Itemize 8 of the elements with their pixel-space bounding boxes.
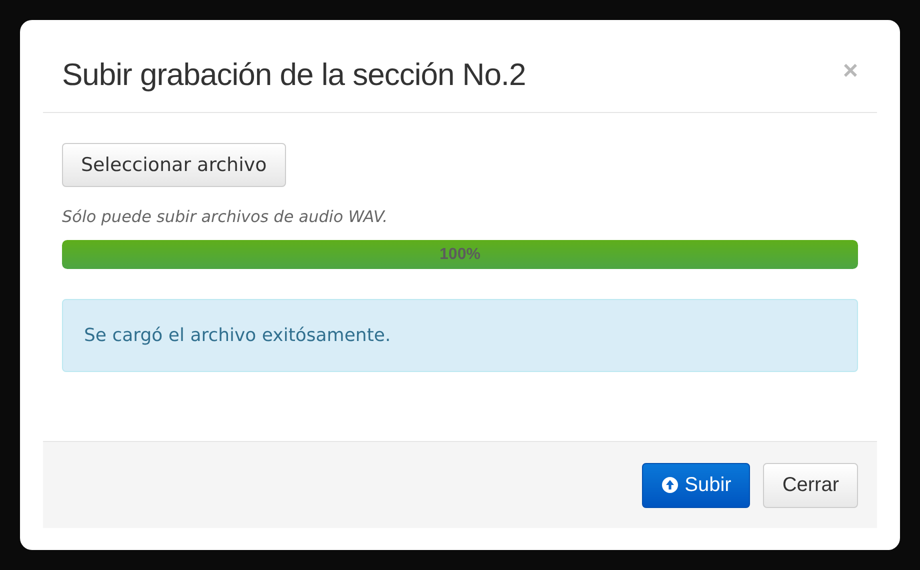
hint-text: Sólo puede subir archivos de audio WAV. (62, 207, 389, 226)
upload-button[interactable]: Subir (642, 462, 750, 508)
progress-reading: 100% (440, 245, 480, 265)
dialog-title: Subir grabación de la sección No.2 (62, 56, 526, 93)
upload-icon (660, 476, 679, 494)
select-file-button[interactable]: Seleccionar archivo (62, 143, 286, 187)
close-dialog-button[interactable]: Cerrar (763, 462, 858, 508)
alert-text: Se cargó el archivo exitósamente. (84, 325, 391, 346)
